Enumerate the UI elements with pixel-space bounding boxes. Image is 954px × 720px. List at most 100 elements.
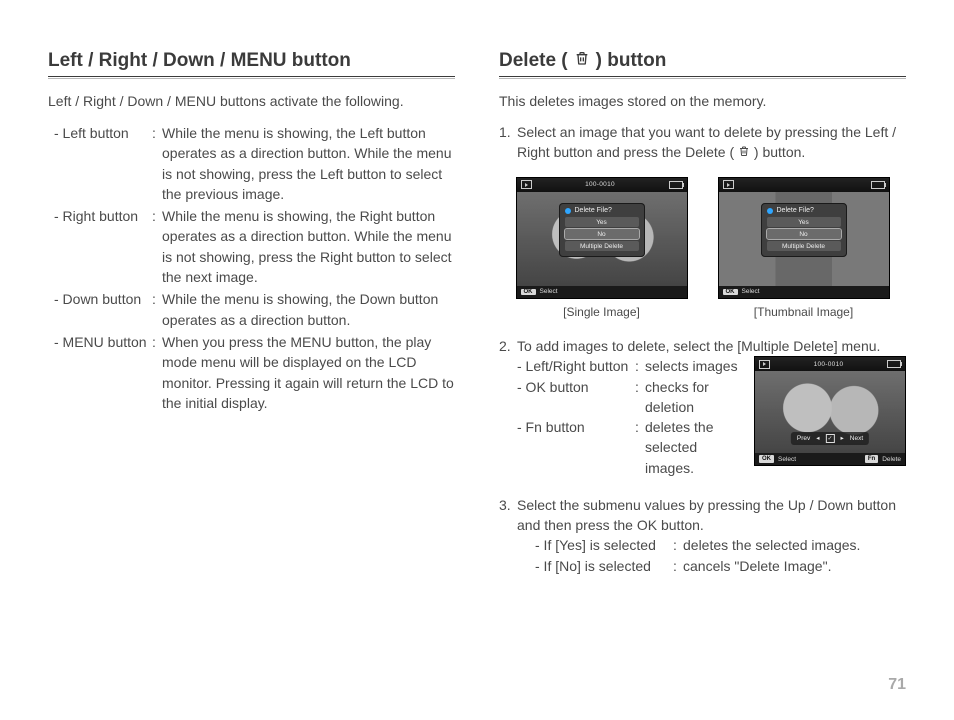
def-left-button: - Left button : While the menu is showin… [54,123,455,204]
label: - If [No] is selected [535,556,673,576]
desc: While the menu is showing, the Right but… [162,206,455,287]
lcd-footer: OK Select [517,286,687,298]
delete-dialog: Delete File? Yes No Multiple Delete [761,203,847,257]
lcd-footer: OK Select [719,286,889,298]
left-intro: Left / Right / Down / MENU buttons activ… [48,93,455,109]
file-counter: 100-0010 [585,181,615,188]
lcd-footer: OK Select Fn Delete [755,453,905,465]
label: - If [Yes] is selected [535,535,673,555]
step-body: Select an image that you want to delete … [517,123,906,163]
colon: : [152,332,162,413]
right-column: Delete ( ) button This deletes images st… [499,50,906,590]
lcd-topbar: 100-0010 [517,178,687,192]
label: - Fn button [517,417,635,478]
term: - Down button [54,289,152,330]
heading-rule [499,76,906,77]
desc: deletes the selected images. [645,417,738,478]
chevron-right-icon: ▸ [841,434,844,443]
step-number: 2. [499,337,517,478]
ok-badge: OK [759,455,774,463]
check-icon [826,434,835,443]
label: - Left/Right button [517,356,635,376]
heading-rule [48,76,455,77]
button-definitions: - Left button : While the menu is showin… [54,123,455,413]
term: - Right button [54,206,152,287]
battery-icon [871,181,885,189]
term: - MENU button [54,332,152,413]
dialog-title-text: Delete File? [575,207,612,214]
colon: : [152,206,162,287]
step-number: 1. [499,123,517,163]
lcd-single: 100-0010 Delete File? Yes No Multiple De… [516,177,688,299]
step3-row-no: - If [No] is selected : cancels "Delete … [535,556,906,576]
option-multiple-delete: Multiple Delete [767,241,841,251]
caption-thumbnail: [Thumbnail Image] [754,305,853,319]
step1-text-post: ) button. [754,144,805,160]
step-body: To add images to delete, select the [Mul… [517,337,906,478]
lcd-topbar: 100-0010 [755,357,905,371]
dialog-title: Delete File? [761,207,847,217]
step2-row-fn: - Fn button : deletes the selected image… [517,417,738,478]
option-no: No [565,229,639,239]
heading-text-pre: Delete ( [499,50,568,72]
trash-icon [738,143,750,163]
heading-text-post: ) button [596,50,667,72]
colon: : [673,556,683,576]
dialog-title-text: Delete File? [777,207,814,214]
page-number: 71 [888,676,906,694]
trash-icon [574,50,590,72]
colon: : [635,377,645,418]
prev-label: Prev [797,434,810,443]
ok-badge: OK [521,289,536,295]
option-yes: Yes [767,217,841,227]
caption-single: [Single Image] [563,305,640,319]
info-dot-icon [767,208,773,214]
step3-row-yes: - If [Yes] is selected : deletes the sel… [535,535,906,555]
step-1: 1. Select an image that you want to dele… [499,123,906,163]
screenshot-row: 100-0010 Delete File? Yes No Multiple De… [499,177,906,319]
desc: checks for deletion [645,377,738,418]
fn-badge: Fn [865,455,878,463]
term: - Left button [54,123,152,204]
shot-single: 100-0010 Delete File? Yes No Multiple De… [516,177,688,319]
step1-text-pre: Select an image that you want to delete … [517,124,896,160]
shot-thumbnail: Delete File? Yes No Multiple Delete OK S… [718,177,890,319]
chevron-left-icon: ◂ [816,434,819,443]
step2-row-ok: - OK button : checks for deletion [517,377,738,418]
lcd-topbar [719,178,889,192]
left-heading: Left / Right / Down / MENU button [48,50,455,72]
file-counter: 100-0010 [814,360,844,369]
select-label: Select [778,455,796,464]
step-number: 3. [499,496,517,576]
heading-rule-thin [499,78,906,79]
colon: : [635,356,645,376]
right-heading: Delete ( ) button [499,50,906,72]
play-icon [723,180,734,189]
step2-row-leftright: - Left/Right button : selects images [517,356,738,376]
step2-lead: To add images to delete, select the [Mul… [517,337,906,357]
play-icon [759,360,770,369]
status-icons [887,360,901,368]
desc: selects images [645,356,738,376]
battery-icon [669,181,683,189]
lcd-multiple-delete: 100-0010 Prev ◂ ▸ Next [754,356,906,466]
delete-dialog: Delete File? Yes No Multiple Delete [559,203,645,257]
option-yes: Yes [565,217,639,227]
def-down-button: - Down button : While the menu is showin… [54,289,455,330]
manual-page: Left / Right / Down / MENU button Left /… [0,0,954,590]
colon: : [152,123,162,204]
status-icons [669,181,683,189]
colon: : [635,417,645,478]
step3-sub: - If [Yes] is selected : deletes the sel… [535,535,906,576]
desc: deletes the selected images. [683,535,860,555]
label: - OK button [517,377,635,418]
next-label: Next [850,434,863,443]
prev-next-bar: Prev ◂ ▸ Next [791,432,869,445]
def-menu-button: - MENU button : When you press the MENU … [54,332,455,413]
step-body: Select the submenu values by pressing th… [517,496,906,576]
desc: cancels "Delete Image". [683,556,831,576]
option-no: No [767,229,841,239]
desc: When you press the MENU button, the play… [162,332,455,413]
play-icon [521,180,532,189]
heading-rule-thin [48,78,455,79]
